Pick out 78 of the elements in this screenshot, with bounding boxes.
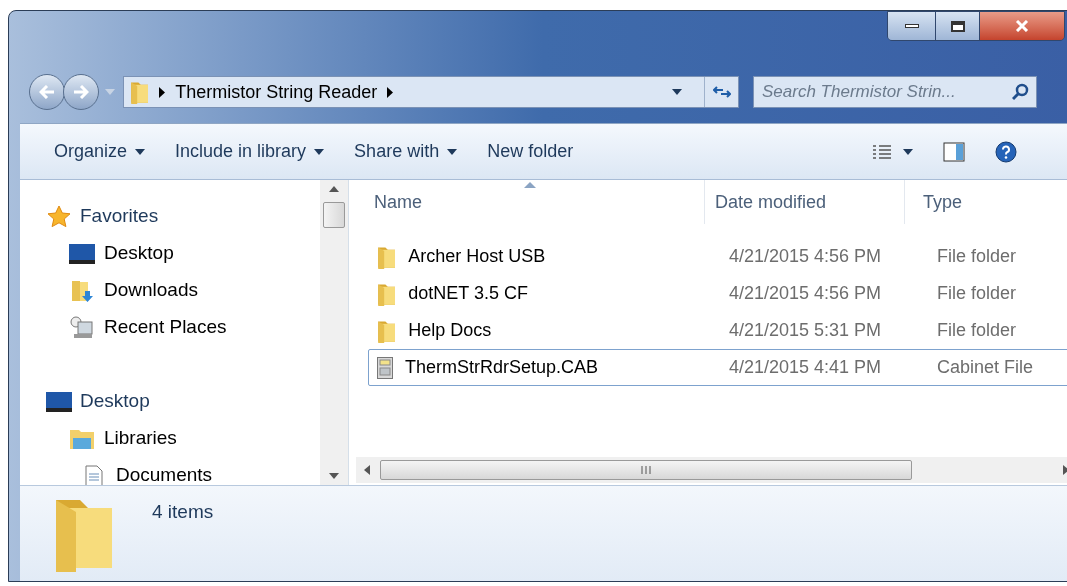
- refresh-icon: [712, 85, 731, 99]
- scroll-left-icon: [364, 465, 370, 475]
- nav-item[interactable]: Favorites: [44, 198, 320, 235]
- file-type: Cabinet File: [937, 356, 1034, 379]
- date-modified: 4/21/2015 4:41 PM: [729, 356, 883, 379]
- file-type: File folder: [937, 282, 1017, 305]
- close-button[interactable]: [980, 12, 1064, 40]
- caret-icon: [447, 148, 458, 155]
- file-row[interactable]: Help Docs 4/21/2015 5:31 PM File folder: [368, 312, 1067, 349]
- chevron-right-icon: [159, 86, 166, 98]
- caret-icon: [314, 148, 325, 155]
- arrow-right-icon: [73, 85, 89, 99]
- date-modified: 4/21/2015 5:31 PM: [729, 319, 883, 342]
- date-modified: 4/21/2015 4:56 PM: [729, 245, 883, 268]
- preview-pane-button[interactable]: [943, 141, 965, 162]
- item-count: 4 items: [152, 500, 214, 524]
- address-bar[interactable]: Thermistor String Reader: [123, 76, 739, 108]
- caret-icon: [672, 89, 682, 95]
- caret-icon: [903, 148, 913, 155]
- address-path[interactable]: Thermistor String Reader: [175, 78, 378, 106]
- back-button[interactable]: [29, 74, 65, 110]
- help-button[interactable]: [995, 140, 1017, 163]
- nav-item[interactable]: Desktop: [44, 235, 320, 272]
- scrollbar-thumb[interactable]: [380, 460, 912, 480]
- preview-pane-icon: [943, 141, 965, 162]
- file-row[interactable]: ThermStrRdrSetup.CAB 4/21/2015 4:41 PM Cabinet File: [368, 349, 1067, 386]
- view-options-button[interactable]: [873, 144, 913, 159]
- file-name: Archer Host USB: [408, 245, 546, 268]
- file-row[interactable]: dotNET 3.5 CF 4/21/2015 4:56 PM File folder: [368, 275, 1067, 312]
- arrow-left-icon: [39, 85, 55, 99]
- maximize-button[interactable]: [936, 12, 980, 40]
- search-field[interactable]: Search Thermistor Strin...: [753, 76, 1037, 108]
- sort-arrow-icon: [524, 182, 536, 188]
- file-name: Help Docs: [408, 319, 492, 342]
- library-folder-icon: [69, 427, 95, 450]
- document-icon: [85, 464, 103, 485]
- caret-icon: [135, 148, 146, 155]
- horizontal-scrollbar[interactable]: [356, 457, 1067, 483]
- recent-places-icon: [70, 315, 94, 340]
- folder-icon: [377, 281, 397, 306]
- nav-item[interactable]: Desktop: [44, 383, 320, 420]
- toolbar-button[interactable]: New folder: [487, 138, 574, 165]
- folder-icon: [377, 244, 397, 269]
- grip-icon: [641, 466, 651, 474]
- file-name: dotNET 3.5 CF: [408, 282, 528, 305]
- scrollbar-thumb[interactable]: [323, 202, 345, 228]
- file-row[interactable]: Archer Host USB 4/21/2015 4:56 PM File folder: [368, 238, 1067, 275]
- column-header[interactable]: Type: [905, 180, 1067, 224]
- download-folder-icon: [71, 278, 93, 303]
- search-icon: [1012, 83, 1030, 101]
- folder-icon: [130, 80, 150, 104]
- minimize-button[interactable]: [888, 12, 936, 40]
- star-icon: [47, 204, 71, 229]
- scroll-up-icon: [329, 186, 339, 192]
- date-modified: 4/21/2015 4:56 PM: [729, 282, 883, 305]
- file-type: File folder: [937, 319, 1017, 342]
- help-icon: [995, 140, 1017, 163]
- nav-item[interactable]: Recent Places: [44, 309, 320, 346]
- vertical-scrollbar[interactable]: [320, 180, 348, 485]
- column-header[interactable]: Name: [356, 180, 705, 224]
- details-view-icon: [873, 144, 891, 159]
- toolbar-button[interactable]: Organize: [54, 138, 146, 165]
- file-name: ThermStrRdrSetup.CAB: [405, 356, 599, 379]
- folder-icon: [377, 318, 397, 343]
- forward-button[interactable]: [63, 74, 99, 110]
- scroll-down-icon: [329, 473, 339, 479]
- column-header[interactable]: Date modified: [705, 180, 905, 224]
- nav-item[interactable]: Downloads: [44, 272, 320, 309]
- nav-item[interactable]: Documents: [44, 457, 320, 485]
- file-type: File folder: [937, 245, 1017, 268]
- monitor-icon: [69, 243, 95, 264]
- monitor-icon: [46, 391, 72, 412]
- toolbar-button[interactable]: Share with: [354, 138, 458, 165]
- chevron-right-icon: [387, 86, 394, 98]
- cabinet-file-icon: [377, 356, 393, 379]
- close-icon: [1015, 20, 1029, 32]
- toolbar-button[interactable]: Include in library: [175, 138, 325, 165]
- nav-item[interactable]: Libraries: [44, 420, 320, 457]
